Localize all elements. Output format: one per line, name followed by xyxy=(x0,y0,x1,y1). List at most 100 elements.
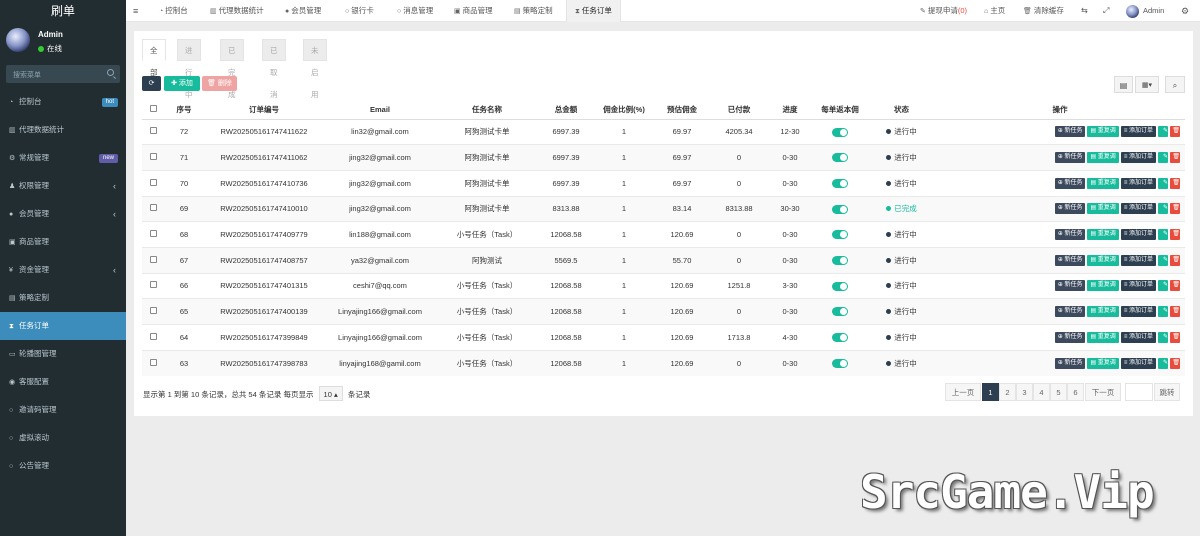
toggle-view-button[interactable]: ▤ xyxy=(1114,76,1133,93)
row-checkbox[interactable] xyxy=(149,281,157,289)
return-toggle-switch[interactable] xyxy=(832,204,848,214)
add-order-button[interactable]: ≡ 添加订单 xyxy=(1120,280,1156,292)
return-toggle-switch[interactable] xyxy=(832,256,848,266)
delete-row-button[interactable]: 🗑 xyxy=(1170,306,1180,318)
withdraw-link[interactable]: ✎ 提现申请(0) xyxy=(920,0,967,22)
app-title[interactable]: 刷单 xyxy=(0,0,126,24)
new-task-button[interactable]: ⊕ 新任务 xyxy=(1054,331,1086,343)
edit-button[interactable]: ✎ xyxy=(1158,331,1168,343)
menu-search-input[interactable]: 搜索菜单 xyxy=(6,65,120,83)
return-toggle-switch[interactable] xyxy=(832,333,848,343)
sidebar-item[interactable]: ▭ 轮播图管理 xyxy=(0,340,126,368)
repeat-button[interactable]: ▤ 重复调 xyxy=(1087,357,1119,369)
column-header[interactable]: Email xyxy=(324,101,436,120)
nav-tab[interactable]: ▤ 策略定制 xyxy=(514,0,553,22)
fullscreen-icon[interactable]: ⤢ xyxy=(1103,0,1109,22)
add-order-button[interactable]: ≡ 添加订单 xyxy=(1120,126,1156,138)
column-header[interactable]: 进度 xyxy=(768,101,812,120)
add-order-button[interactable]: ≡ 添加订单 xyxy=(1120,177,1156,189)
column-header[interactable]: 已付款 xyxy=(710,101,768,120)
prev-page-button[interactable]: 上一页 xyxy=(945,383,981,401)
row-checkbox[interactable] xyxy=(149,307,157,315)
add-order-button[interactable]: ≡ 添加订单 xyxy=(1120,254,1156,266)
search-toggle-button[interactable]: ⌕ xyxy=(1165,76,1185,93)
row-checkbox[interactable] xyxy=(149,255,157,263)
new-task-button[interactable]: ⊕ 新任务 xyxy=(1054,203,1086,215)
column-header[interactable]: 总金额 xyxy=(538,101,594,120)
sidebar-item[interactable]: ○ 虚拟滚动 xyxy=(0,424,126,452)
menu-toggle-icon[interactable]: ≡ xyxy=(133,0,138,22)
status-tab[interactable]: 未启用 xyxy=(303,39,327,99)
repeat-button[interactable]: ▤ 重复调 xyxy=(1087,126,1119,138)
delete-row-button[interactable]: 🗑 xyxy=(1170,331,1180,343)
refresh-button[interactable]: ⟳ xyxy=(142,76,161,91)
delete-row-button[interactable]: 🗑 xyxy=(1170,126,1180,138)
sidebar-item[interactable]: ▤ 策略定制 xyxy=(0,284,126,312)
new-task-button[interactable]: ⊕ 新任务 xyxy=(1054,280,1086,292)
edit-button[interactable]: ✎ xyxy=(1158,357,1168,369)
delete-row-button[interactable]: 🗑 xyxy=(1170,357,1180,369)
new-task-button[interactable]: ⊕ 新任务 xyxy=(1054,229,1086,241)
status-tab[interactable]: 进行中 xyxy=(177,39,201,99)
edit-button[interactable]: ✎ xyxy=(1158,177,1168,189)
next-page-button[interactable]: 下一页 xyxy=(1085,383,1121,401)
status-tab[interactable]: 已完成 xyxy=(220,39,244,99)
delete-row-button[interactable]: 🗑 xyxy=(1170,229,1180,241)
delete-row-button[interactable]: 🗑 xyxy=(1170,254,1180,266)
page-button[interactable]: 4 xyxy=(1033,383,1050,401)
repeat-button[interactable]: ▤ 重复调 xyxy=(1087,229,1119,241)
delete-row-button[interactable]: 🗑 xyxy=(1170,280,1180,292)
status-tab[interactable]: 全部 xyxy=(142,39,166,77)
edit-button[interactable]: ✎ xyxy=(1158,306,1168,318)
delete-row-button[interactable]: 🗑 xyxy=(1170,203,1180,215)
column-header[interactable]: 佣金比例(%) xyxy=(594,101,654,120)
jump-button[interactable]: 跳转 xyxy=(1154,383,1180,401)
row-checkbox[interactable] xyxy=(149,127,157,135)
sidebar-item[interactable]: ▣ 商品管理 xyxy=(0,228,126,256)
clear-cache-link[interactable]: 🗑 清除缓存 xyxy=(1023,0,1064,22)
nav-tab[interactable]: ⧗ 任务订单 xyxy=(566,0,621,22)
search-icon[interactable] xyxy=(107,69,114,76)
column-header[interactable]: 预估佣金 xyxy=(654,101,710,120)
repeat-button[interactable]: ▤ 重复调 xyxy=(1087,254,1119,266)
add-order-button[interactable]: ≡ 添加订单 xyxy=(1120,229,1156,241)
page-button[interactable]: 3 xyxy=(1016,383,1033,401)
nav-tab[interactable]: ◔ 控制台 xyxy=(159,0,188,22)
select-all-checkbox[interactable] xyxy=(149,105,157,113)
row-checkbox[interactable] xyxy=(149,153,157,161)
new-task-button[interactable]: ⊕ 新任务 xyxy=(1054,177,1086,189)
new-task-button[interactable]: ⊕ 新任务 xyxy=(1054,126,1086,138)
sidebar-item[interactable]: ○ 公告管理 xyxy=(0,452,126,480)
return-toggle-switch[interactable] xyxy=(832,230,848,240)
jump-page-input[interactable] xyxy=(1125,383,1153,401)
sidebar-item[interactable]: ○ 邀请码管理 xyxy=(0,396,126,424)
sidebar-item[interactable]: ♟ 权限管理 ‹ xyxy=(0,172,126,200)
avatar[interactable] xyxy=(6,28,30,52)
page-button[interactable]: 1 xyxy=(982,383,999,401)
repeat-button[interactable]: ▤ 重复调 xyxy=(1087,152,1119,164)
row-checkbox[interactable] xyxy=(149,230,157,238)
edit-button[interactable]: ✎ xyxy=(1158,280,1168,292)
nav-tab[interactable]: ○ 银行卡 xyxy=(345,0,374,22)
delete-button[interactable]: 🗑 删除 xyxy=(202,76,237,91)
return-toggle-switch[interactable] xyxy=(832,281,848,291)
column-header[interactable]: 状态 xyxy=(868,101,935,120)
row-checkbox[interactable] xyxy=(149,358,157,366)
column-header[interactable]: 每单返本佣 xyxy=(812,101,868,120)
sidebar-item[interactable]: ◉ 客服配置 xyxy=(0,368,126,396)
new-task-button[interactable]: ⊕ 新任务 xyxy=(1054,306,1086,318)
language-icon[interactable]: ⇆ xyxy=(1081,0,1088,22)
add-order-button[interactable]: ≡ 添加订单 xyxy=(1120,331,1156,343)
page-button[interactable]: 5 xyxy=(1050,383,1067,401)
gear-icon[interactable]: ⚙ xyxy=(1181,0,1189,22)
nav-tab[interactable]: ▥ 代理数据统计 xyxy=(210,0,264,22)
home-link[interactable]: ⌂ 主页 xyxy=(984,0,1005,22)
return-toggle-switch[interactable] xyxy=(832,178,848,188)
edit-button[interactable]: ✎ xyxy=(1158,152,1168,164)
column-header[interactable]: 订单编号 xyxy=(204,101,324,120)
edit-button[interactable]: ✎ xyxy=(1158,203,1168,215)
delete-row-button[interactable]: 🗑 xyxy=(1170,152,1180,164)
nav-tab[interactable]: ● 会员管理 xyxy=(285,0,321,22)
sidebar-item[interactable]: ● 会员管理 ‹ xyxy=(0,200,126,228)
add-order-button[interactable]: ≡ 添加订单 xyxy=(1120,152,1156,164)
